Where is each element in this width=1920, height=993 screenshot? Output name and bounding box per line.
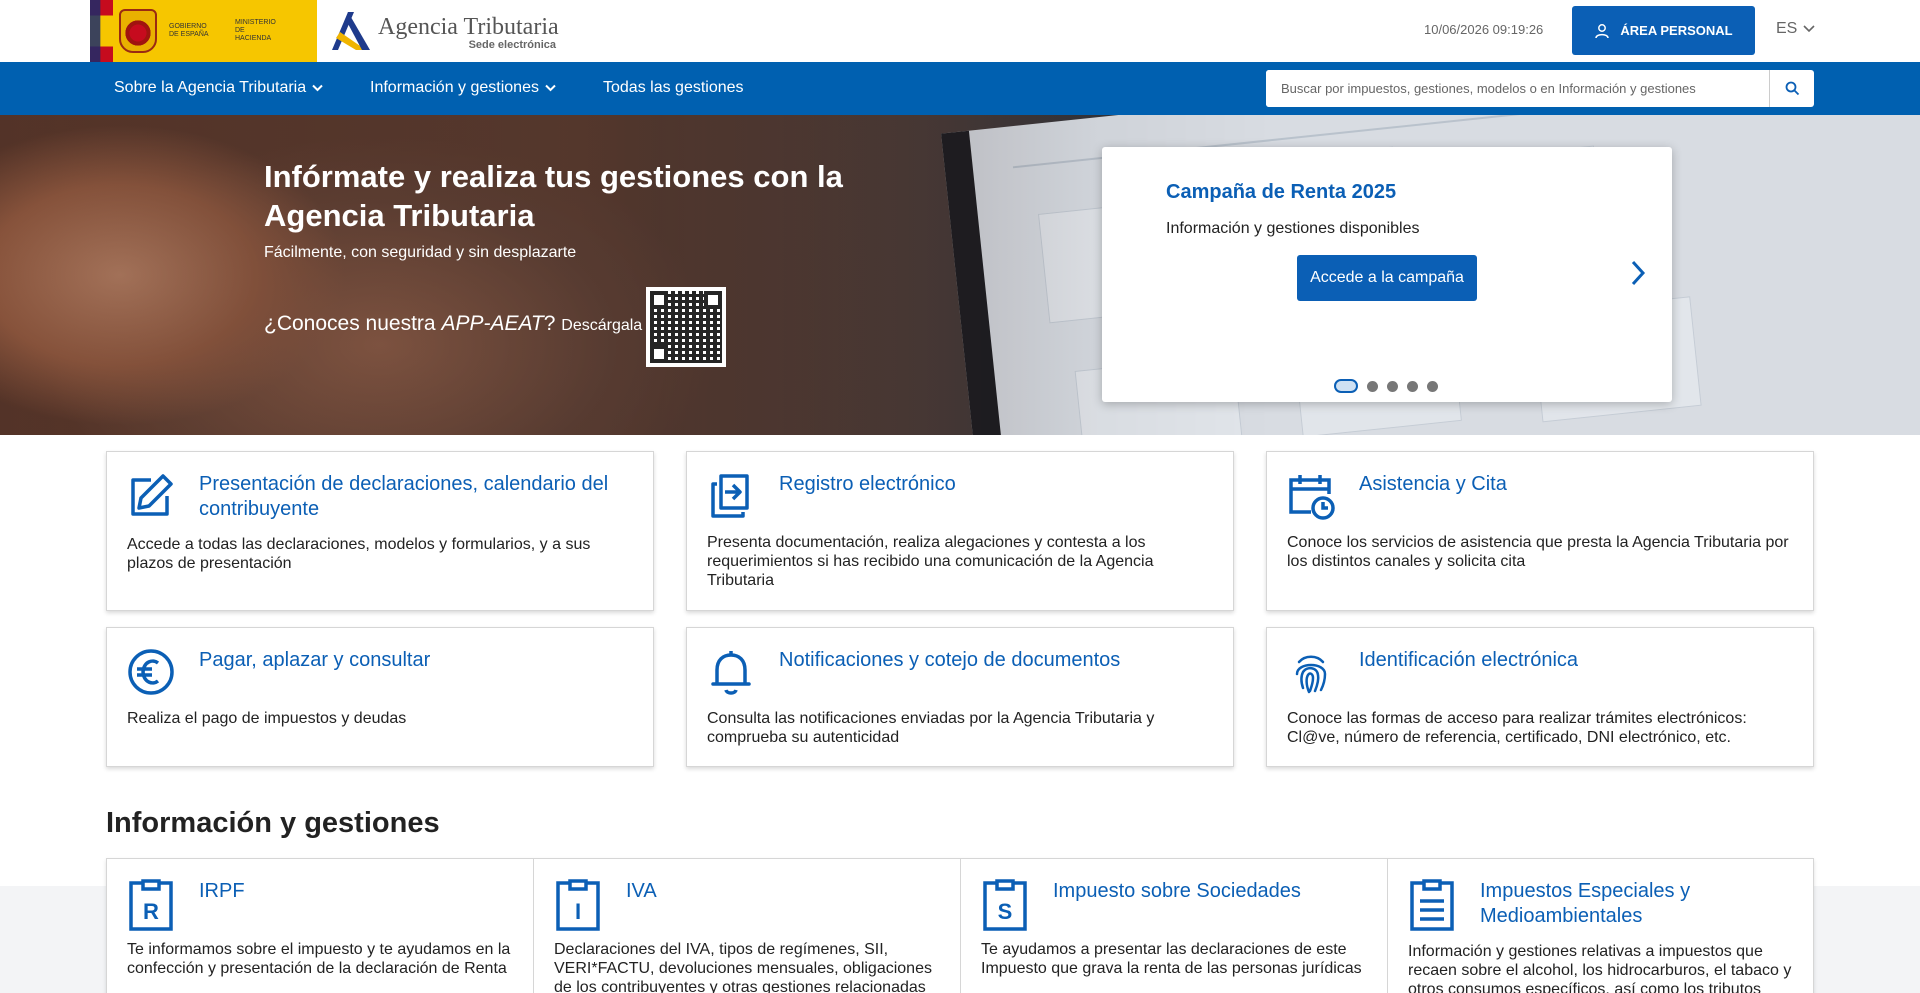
search-button[interactable] [1769, 70, 1814, 107]
card-title: Registro electrónico [779, 473, 956, 495]
download-link[interactable]: Descárgala [561, 317, 642, 334]
agency-logo[interactable]: Agencia Tributaria Sede electrónica [326, 8, 559, 54]
info-item-impuestos-especiales[interactable]: Impuestos Especiales y Medioambientales … [1388, 859, 1815, 993]
hero-banner: Infórmate y realiza tus gestiones con la… [0, 115, 1920, 435]
ministry-logo-text: Ministerio de Hacienda [235, 19, 276, 42]
iva-document-icon: I [556, 879, 600, 931]
info-item-text: Información y gestiones relativas a impu… [1408, 943, 1792, 993]
nav-item-label: Sobre la Agencia Tributaria [114, 79, 307, 96]
info-tax-grid: R IRPF Te informamos sobre el impuesto y… [106, 858, 1814, 993]
campaign-access-button[interactable]: Accede a la campaña [1297, 255, 1477, 301]
language-label: ES [1776, 20, 1798, 37]
app-name: APP-AEAT [441, 312, 544, 335]
info-item-title: IRPF [199, 880, 245, 902]
user-icon [1595, 23, 1610, 38]
svg-text:I: I [575, 899, 581, 924]
card-text: Presenta documentación, realiza alegacio… [707, 534, 1154, 589]
eu-flag-strip [90, 0, 113, 62]
info-item-sociedades[interactable]: S Impuesto sobre Sociedades Te ayudamos … [961, 859, 1388, 993]
agency-logo-icon [332, 12, 370, 50]
bell-icon [711, 651, 751, 695]
carousel-dot-3[interactable] [1387, 380, 1398, 392]
nav-item-label: Información y gestiones [370, 79, 539, 96]
card-identificacion-electronica[interactable]: Identificación electrónica Conoce las fo… [1266, 627, 1814, 767]
chevron-down-icon [545, 84, 556, 92]
nav-item-sobre-agencia[interactable]: Sobre la Agencia Tributaria [114, 79, 323, 97]
card-presentacion-declaraciones[interactable]: Presentación de declaraciones, calendari… [106, 451, 654, 611]
agency-subtitle: Sede electrónica [468, 39, 556, 51]
card-text: Conoce los servicios de asistencia que p… [1287, 534, 1789, 570]
info-item-title: IVA [626, 880, 657, 902]
current-datetime: 10/06/2026 09:19:26 [1424, 22, 1544, 37]
search-bar [1266, 70, 1814, 107]
info-item-iva[interactable]: I IVA Declaraciones del IVA, tipos de re… [534, 859, 961, 993]
agency-name: Agencia Tributaria [378, 14, 559, 40]
card-notificaciones[interactable]: Notificaciones y cotejo de documentos Co… [686, 627, 1234, 767]
language-selector[interactable]: ES [1776, 20, 1815, 38]
gov-logo-text: Gobierno de España [169, 23, 209, 38]
info-item-irpf[interactable]: R IRPF Te informamos sobre el impuesto y… [107, 859, 534, 993]
main-navigation: Sobre la Agencia Tributaria Información … [0, 62, 1920, 115]
area-personal-button[interactable]: ÁREA PERSONAL [1572, 6, 1755, 55]
carousel-dot-2[interactable] [1367, 380, 1378, 392]
info-item-text: Te ayudamos a presentar las declaracione… [981, 941, 1362, 977]
search-icon [1785, 81, 1799, 96]
chevron-down-icon [1803, 25, 1815, 33]
app-qr-code[interactable] [646, 287, 726, 367]
card-text: Realiza el pago de impuestos y deudas [127, 710, 407, 727]
info-item-title: Impuestos Especiales y Medioambientales [1480, 880, 1691, 927]
carousel-dot-1[interactable] [1334, 379, 1358, 393]
card-text: Consulta las notificaciones enviadas por… [707, 710, 1155, 746]
carousel-next-icon[interactable] [1630, 259, 1646, 287]
area-personal-label: ÁREA PERSONAL [1620, 23, 1733, 38]
chevron-down-icon [312, 84, 323, 92]
info-item-text: Declaraciones del IVA, tipos de regímene… [554, 941, 932, 993]
campaign-text: Información y gestiones disponibles [1166, 220, 1420, 237]
campaign-carousel-card: Campaña de Renta 2025 Información y gest… [1102, 147, 1672, 402]
calendar-clock-icon [1289, 475, 1335, 520]
card-title: Identificación electrónica [1359, 649, 1579, 671]
card-title: Pagar, aplazar y consultar [199, 649, 431, 671]
top-header: Gobierno de España Ministerio de Haciend… [0, 0, 1920, 62]
carousel-dot-5[interactable] [1427, 380, 1438, 392]
info-item-text: Te informamos sobre el impuesto y te ayu… [127, 941, 511, 977]
list-document-icon [1410, 879, 1454, 931]
edit-icon [131, 474, 173, 516]
card-registro-electronico[interactable]: Registro electrónico Presenta documentac… [686, 451, 1234, 611]
app-promo: ¿Conoces nuestra APP-AEAT? Descárgala [264, 312, 643, 335]
carousel-dot-4[interactable] [1407, 380, 1418, 392]
card-title: Notificaciones y cotejo de documentos [779, 649, 1121, 671]
card-title: Asistencia y Cita [1359, 473, 1507, 495]
info-section-title: Información y gestiones [106, 807, 440, 839]
card-text: Accede a todas las declaraciones, modelo… [127, 536, 591, 572]
irpf-document-icon: R [129, 879, 173, 931]
carousel-pagination [1334, 379, 1438, 393]
fingerprint-icon [1295, 655, 1327, 694]
info-item-title: Impuesto sobre Sociedades [1053, 880, 1301, 902]
svg-text:R: R [143, 899, 159, 924]
hero-title: Infórmate y realiza tus gestiones con la… [264, 159, 843, 233]
coat-of-arms-icon [119, 9, 157, 53]
register-icon [711, 474, 749, 518]
card-asistencia-cita[interactable]: Asistencia y Cita Conoce los servicios d… [1266, 451, 1814, 611]
government-logo[interactable]: Gobierno de España Ministerio de Haciend… [90, 0, 317, 62]
campaign-title: Campaña de Renta 2025 [1166, 181, 1397, 203]
nav-item-informacion-gestiones[interactable]: Información y gestiones [370, 79, 556, 97]
euro-icon [128, 649, 174, 695]
search-input[interactable] [1266, 70, 1769, 107]
card-text: Conoce las formas de acceso para realiza… [1287, 710, 1747, 746]
svg-text:S: S [998, 899, 1013, 924]
nav-item-todas-gestiones[interactable]: Todas las gestiones [603, 79, 744, 97]
hero-subtitle: Fácilmente, con seguridad y sin desplaza… [264, 244, 577, 261]
nav-item-label: Todas las gestiones [603, 79, 744, 96]
sociedades-document-icon: S [983, 879, 1027, 931]
card-title: Presentación de declaraciones, calendari… [199, 473, 609, 520]
card-pagar-aplazar[interactable]: Pagar, aplazar y consultar Realiza el pa… [106, 627, 654, 767]
